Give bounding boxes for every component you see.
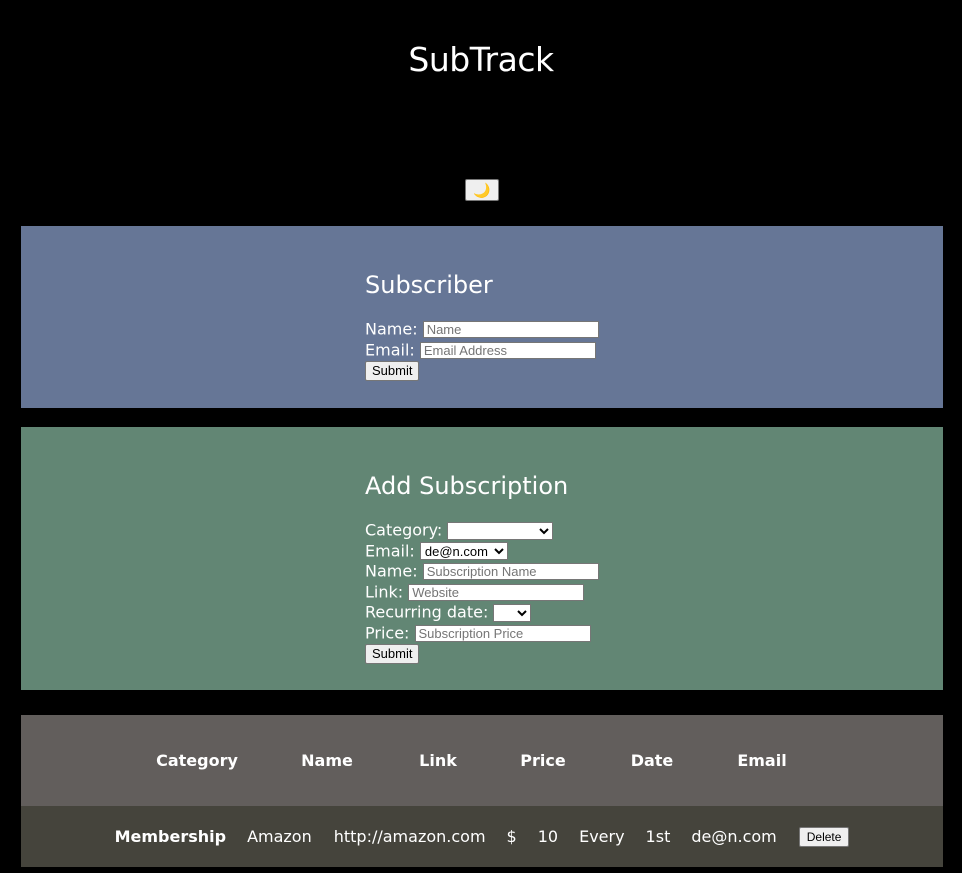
subscription-email-select[interactable]: de@n.com [419, 542, 508, 560]
subscription-email-label: Email: [365, 540, 415, 560]
subscription-name-label: Name: [365, 561, 418, 581]
row-name: Amazon [247, 827, 312, 846]
category-row: Category: [365, 520, 599, 541]
row-category: Membership [114, 827, 227, 846]
table-row: Membership Amazon http://amazon.com $ 10… [21, 806, 943, 867]
subscriber-submit-button[interactable]: Submit [365, 360, 420, 381]
theme-toggle-button[interactable]: 🌙 [465, 179, 499, 201]
subscriber-submit-row: Submit [365, 360, 599, 381]
link-row: Link: [365, 582, 599, 603]
category-label: Category: [365, 520, 443, 540]
row-date: 1st [645, 827, 671, 846]
table-header: Category Name Link Price Date Email [21, 715, 943, 806]
price-label: Price: [365, 622, 410, 642]
category-select[interactable] [447, 521, 554, 540]
delete-button[interactable]: Delete [798, 826, 850, 847]
subscription-submit-row: Submit [365, 643, 599, 664]
row-email: de@n.com [691, 827, 777, 846]
subscriber-name-input[interactable] [422, 321, 599, 338]
subscriber-form: Subscriber Name: Email: Submit [365, 271, 599, 381]
subscriptions-table: Category Name Link Price Date Email Memb… [21, 715, 943, 867]
subscription-email-row: Email: de@n.com [365, 541, 599, 562]
row-price: 10 [537, 827, 559, 846]
subscriber-email-row: Email: [365, 340, 599, 361]
subscriber-name-row: Name: [365, 319, 599, 340]
recurring-date-select[interactable] [493, 603, 532, 622]
subscription-panel: Add Subscription Category: Email: de@n.c… [21, 427, 943, 690]
subscription-name-input[interactable] [422, 563, 599, 580]
row-currency: $ [506, 827, 517, 846]
subscription-name-row: Name: [365, 561, 599, 582]
price-input[interactable] [414, 624, 591, 642]
recurring-date-label: Recurring date: [365, 602, 489, 622]
moon-icon: 🌙 [473, 182, 491, 198]
link-input[interactable] [408, 583, 585, 601]
subscriber-email-input[interactable] [419, 341, 596, 359]
subscription-form: Add Subscription Category: Email: de@n.c… [365, 472, 599, 664]
header-category: Category [156, 751, 238, 770]
subscription-form-title: Add Subscription [365, 472, 569, 500]
price-row: Price: [365, 623, 599, 644]
app-title: SubTrack [408, 40, 554, 79]
header-date: Date [630, 751, 674, 770]
header-price: Price [520, 751, 566, 770]
subscriber-panel: Subscriber Name: Email: Submit [21, 226, 943, 408]
header-name: Name [301, 751, 353, 770]
recurring-date-row: Recurring date: [365, 602, 599, 623]
subscription-submit-button[interactable]: Submit [365, 643, 420, 664]
header-email: Email [737, 751, 787, 770]
subscriber-name-label: Name: [365, 319, 418, 339]
row-every: Every [579, 827, 625, 846]
link-label: Link: [365, 581, 404, 601]
row-link: http://amazon.com [333, 827, 486, 846]
header-link: Link [419, 751, 457, 770]
subscriber-email-label: Email: [365, 339, 415, 359]
subscriber-form-title: Subscriber [365, 271, 493, 299]
